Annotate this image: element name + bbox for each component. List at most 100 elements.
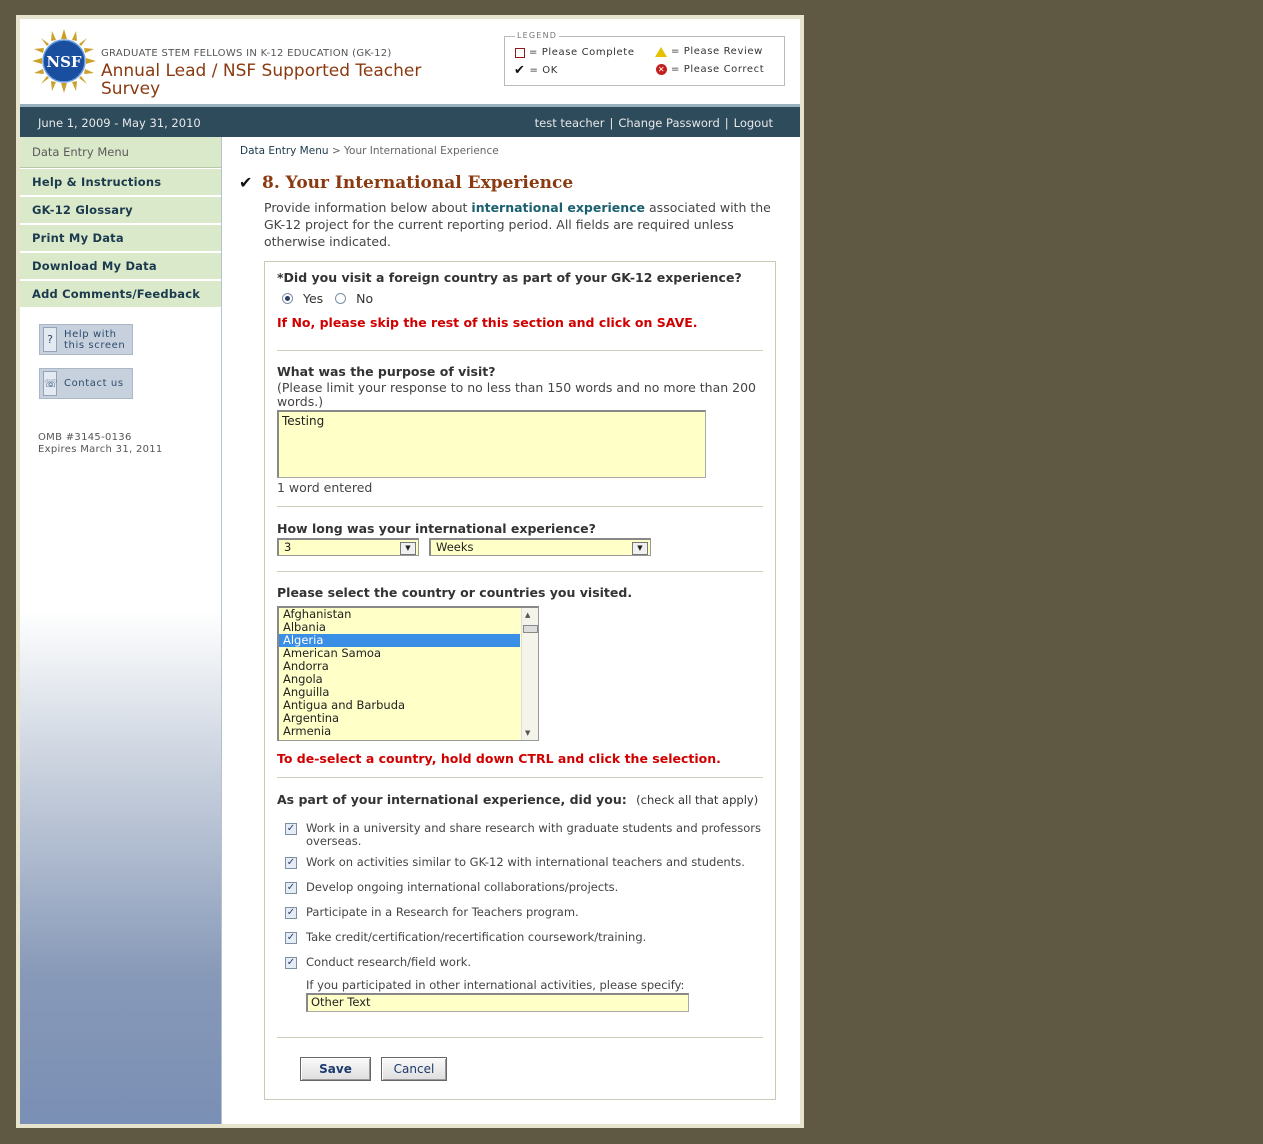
- checkmark-icon: ✔: [514, 63, 526, 78]
- nsf-logo: NSF: [32, 29, 96, 93]
- activities-question: As part of your international experience…: [277, 792, 758, 807]
- visit-radio-group: Yes No: [282, 291, 373, 306]
- top-bar: June 1, 2009 - May 31, 2010 test teacher…: [20, 104, 800, 137]
- legend-review: = Please Review: [655, 46, 763, 57]
- activity-checkbox[interactable]: ✓: [285, 957, 297, 969]
- sidebar-item-download-data[interactable]: Download My Data: [20, 253, 221, 280]
- activity-checkbox[interactable]: ✓: [285, 932, 297, 944]
- other-activities-label: If you participated in other internation…: [306, 978, 685, 992]
- page: NSF GRADUATE STEM FELLOWS IN K-12 EDUCAT…: [20, 19, 800, 1124]
- countries-listbox[interactable]: Afghanistan Albania Algeria American Sam…: [277, 606, 539, 741]
- logout-link[interactable]: Logout: [734, 116, 773, 130]
- breadcrumb-separator: >: [331, 145, 341, 157]
- sidebar-item-print-data[interactable]: Print My Data: [20, 225, 221, 252]
- legend-correct: ✕ = Please Correct: [656, 64, 764, 75]
- program-name: GRADUATE STEM FELLOWS IN K-12 EDUCATION …: [101, 48, 392, 59]
- sidebar-item-comments-feedback[interactable]: Add Comments/Feedback: [20, 281, 221, 308]
- divider: [277, 506, 763, 507]
- phone-icon: ☏: [43, 371, 58, 396]
- activity-checkbox[interactable]: ✓: [285, 907, 297, 919]
- activity-label: Develop ongoing international collaborat…: [306, 880, 619, 894]
- error-icon: ✕: [656, 64, 667, 75]
- sidebar-item-glossary[interactable]: GK-12 Glossary: [20, 197, 221, 224]
- activities-hint: (check all that apply): [636, 793, 759, 807]
- scroll-thumb[interactable]: [523, 625, 538, 633]
- chevron-down-icon: ▼: [632, 542, 648, 555]
- divider: [277, 571, 763, 572]
- duration-question: How long was your international experien…: [277, 521, 596, 536]
- legend-ok-label: = OK: [529, 65, 558, 76]
- breadcrumb-root-link[interactable]: Data Entry Menu: [240, 145, 329, 157]
- visit-question: *Did you visit a foreign country as part…: [277, 270, 742, 285]
- visit-yes-radio[interactable]: [282, 293, 293, 304]
- duration-unit-select[interactable]: Weeks ▼: [429, 538, 651, 556]
- reporting-period: June 1, 2009 - May 31, 2010: [38, 116, 201, 130]
- duration-amount-select[interactable]: 3 ▼: [277, 538, 419, 556]
- divider: [277, 350, 763, 351]
- activity-option[interactable]: ✓ Develop ongoing international collabor…: [285, 881, 618, 894]
- separator: |: [724, 116, 729, 130]
- logo-text: NSF: [46, 53, 82, 71]
- activity-label: Work on activities similar to GK-12 with…: [306, 855, 745, 869]
- question-icon: ?: [43, 327, 57, 352]
- countries-question: Please select the country or countries y…: [277, 585, 633, 600]
- activity-label: Participate in a Research for Teachers p…: [306, 905, 579, 919]
- omb-info: OMB #3145-0136 Expires March 31, 2011: [38, 432, 163, 456]
- activity-checkbox[interactable]: ✓: [285, 882, 297, 894]
- section-intro: Provide information below about internat…: [264, 200, 771, 249]
- legend: LEGEND = Please Complete ✔ = OK = Please…: [504, 31, 785, 86]
- activity-option[interactable]: ✓ Conduct research/field work.: [285, 956, 471, 969]
- incomplete-box-icon: [515, 47, 525, 58]
- help-with-screen-label: Help with this screen: [64, 328, 126, 351]
- activity-label: Conduct research/field work.: [306, 955, 472, 969]
- sidebar: Data Entry Menu Help & Instructions GK-1…: [20, 137, 222, 1124]
- activity-option[interactable]: ✓ Take credit/certification/recertificat…: [285, 931, 646, 944]
- skip-warning: If No, please skip the rest of this sect…: [277, 315, 698, 330]
- activity-label: Work in a university and share research …: [306, 821, 761, 848]
- header: NSF GRADUATE STEM FELLOWS IN K-12 EDUCAT…: [20, 19, 800, 104]
- contact-us-button[interactable]: ☏ Contact us: [39, 368, 133, 399]
- activity-option[interactable]: ✓ Work in a university and share researc…: [285, 822, 763, 848]
- section-complete-checkmark-icon: ✔: [239, 173, 253, 192]
- other-activities-input[interactable]: Other Text: [306, 993, 689, 1012]
- cancel-button[interactable]: Cancel: [381, 1057, 447, 1081]
- purpose-note: (Please limit your response to no less t…: [277, 380, 756, 409]
- omb-number: OMB #3145-0136: [38, 432, 132, 443]
- activity-option[interactable]: ✓ Work on activities similar to GK-12 wi…: [285, 856, 745, 869]
- section-title: 8. Your International Experience: [262, 173, 574, 193]
- activity-label: Take credit/certification/recertificatio…: [306, 930, 647, 944]
- main-content: Data Entry Menu > Your International Exp…: [222, 137, 800, 1124]
- contact-us-label: Contact us: [64, 378, 124, 389]
- activity-checkbox[interactable]: ✓: [285, 857, 297, 869]
- activity-checkbox[interactable]: ✓: [285, 823, 297, 835]
- duration-unit-value: Weeks: [436, 540, 474, 554]
- countries-scrollbar[interactable]: ▲ ▼: [521, 608, 538, 740]
- breadcrumb: Data Entry Menu > Your International Exp…: [240, 145, 499, 157]
- divider: [277, 1037, 763, 1038]
- user-name-link[interactable]: test teacher: [535, 116, 605, 130]
- scroll-up-icon[interactable]: ▲: [525, 611, 530, 619]
- visit-yes-label: Yes: [302, 291, 324, 306]
- help-with-screen-button[interactable]: ? Help with this screen: [39, 324, 133, 355]
- word-count: 1 word entered: [277, 480, 373, 495]
- country-option[interactable]: Armenia: [279, 725, 520, 738]
- sidebar-item-help-instructions[interactable]: Help & Instructions: [20, 169, 221, 196]
- activity-option[interactable]: ✓ Participate in a Research for Teachers…: [285, 906, 579, 919]
- warning-icon: [655, 46, 667, 57]
- legend-correct-label: = Please Correct: [671, 64, 765, 75]
- omb-expires: Expires March 31, 2011: [38, 444, 163, 455]
- purpose-textarea[interactable]: Testing: [277, 410, 706, 478]
- change-password-link[interactable]: Change Password: [618, 116, 719, 130]
- scroll-down-icon[interactable]: ▼: [525, 729, 530, 737]
- save-button[interactable]: Save: [300, 1057, 371, 1081]
- purpose-question: What was the purpose of visit?: [277, 364, 496, 379]
- deselect-warning: To de-select a country, hold down CTRL a…: [277, 751, 721, 766]
- duration-amount-value: 3: [284, 540, 292, 554]
- divider: [277, 777, 763, 778]
- visit-no-radio[interactable]: [335, 293, 347, 304]
- chevron-down-icon: ▼: [400, 542, 416, 555]
- sidebar-menu-title[interactable]: Data Entry Menu: [20, 137, 221, 168]
- activities-question-label: As part of your international experience…: [277, 792, 627, 807]
- intro-highlight: international experience: [471, 200, 646, 215]
- user-links: test teacher | Change Password | Logout: [535, 116, 773, 130]
